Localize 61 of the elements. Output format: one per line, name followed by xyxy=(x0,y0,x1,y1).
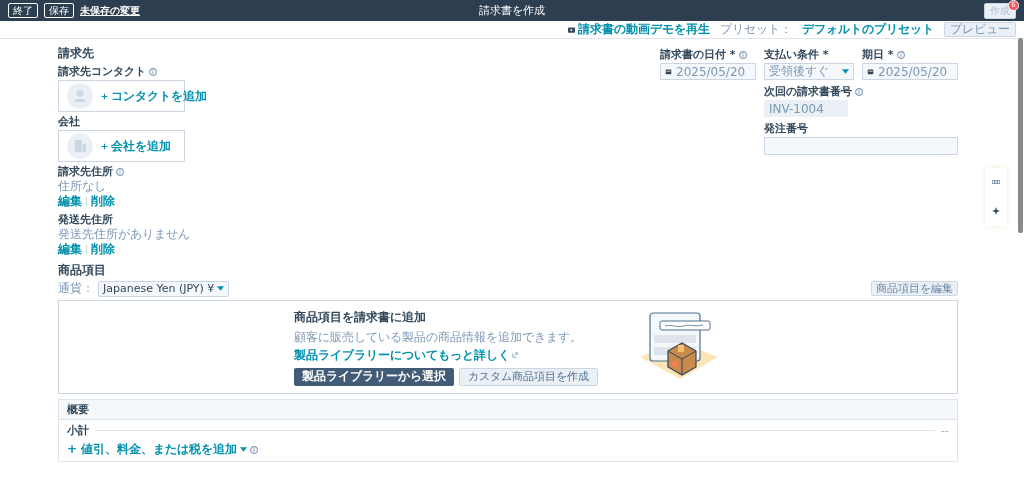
field-label: 請求先住所 xyxy=(58,164,113,179)
delete-link[interactable]: 削除 xyxy=(91,193,115,210)
info-icon xyxy=(896,50,905,59)
field-label: 会社 xyxy=(58,114,80,129)
date-field[interactable]: 2025/05/20 xyxy=(862,63,958,80)
currency-dropdown[interactable]: Japanese Yen (JPY) ¥ xyxy=(98,280,230,297)
field-label: 発送先住所 xyxy=(58,212,113,227)
preset-link[interactable]: デフォルトのプリセット xyxy=(802,21,934,38)
page-title: 請求書を作成 xyxy=(479,4,545,17)
info-icon xyxy=(855,87,863,96)
address-text: 発送先住所がありません xyxy=(58,228,190,241)
plus-icon xyxy=(101,92,108,100)
toolbar-button[interactable]: 保存 xyxy=(44,3,74,18)
empty-state-description: 顧客に販売している製品の商品情報を追加できます。 xyxy=(294,329,583,344)
external-link-icon xyxy=(512,352,518,358)
edit-link[interactable]: 編集 xyxy=(58,193,82,210)
preset-label: プリセット： xyxy=(720,21,792,38)
empty-state-title: 商品項目を請求書に追加 xyxy=(294,308,427,326)
person-avatar-icon xyxy=(67,83,93,109)
summary-title: 概要 xyxy=(67,402,89,417)
subtotal-label: 小計 xyxy=(67,423,89,438)
caret-icon xyxy=(217,286,225,291)
caret-icon xyxy=(240,447,248,452)
info-icon xyxy=(738,50,747,59)
section-title: 請求先 xyxy=(58,45,95,62)
building-avatar-icon xyxy=(67,133,93,159)
input-field[interactable] xyxy=(764,137,958,155)
date-field[interactable]: 2025/05/20 xyxy=(660,63,756,80)
field-label: 請求書の日付 * xyxy=(660,47,736,62)
sparkle-icon[interactable] xyxy=(992,206,1000,215)
info-icon xyxy=(250,445,259,454)
add-company-link[interactable]: 会社を追加 xyxy=(111,137,171,155)
create-custom-item-button[interactable]: カスタム商品項目を作成 xyxy=(459,367,598,386)
field-label: 期日 * xyxy=(862,47,894,62)
unsaved-changes-link[interactable]: 未保存の変更 xyxy=(80,3,140,18)
demo-link[interactable]: 請求書の動画デモを再生 xyxy=(578,21,710,38)
currency-label: 通貨： xyxy=(58,280,94,297)
invoice-number-field: INV-1004 xyxy=(764,100,848,117)
video-icon xyxy=(568,26,575,33)
field-label: 請求先コンタクト xyxy=(58,64,146,79)
add-discount-link[interactable]: + 値引、料金、または税を追加 xyxy=(67,441,238,458)
select-from-library-button[interactable]: 製品ライブラリーから選択 xyxy=(294,367,454,386)
calendar-icon xyxy=(867,68,874,75)
caret-icon xyxy=(842,69,849,74)
subtotal-value: -- xyxy=(941,424,949,437)
edit-link[interactable]: 編集 xyxy=(58,241,82,258)
delete-link[interactable]: 削除 xyxy=(91,241,115,258)
select-field[interactable]: 受領後すぐ xyxy=(764,63,854,80)
field-label: 発注番号 xyxy=(764,121,808,136)
field-label: 次回の請求書番号 xyxy=(764,84,852,99)
info-icon xyxy=(149,67,157,76)
address-text: 住所なし xyxy=(58,180,107,193)
calendar-icon xyxy=(665,68,672,75)
field-label: 支払い条件 * xyxy=(764,47,829,62)
info-icon xyxy=(116,167,124,176)
grid-icon[interactable] xyxy=(992,179,1000,184)
section-title: 商品項目 xyxy=(58,262,107,279)
add-contact-link[interactable]: コンタクトを追加 xyxy=(111,87,207,105)
plus-icon xyxy=(101,142,108,150)
learn-more-link[interactable]: 製品ライブラリーについてもっと詳しく xyxy=(294,346,510,364)
toolbar-button[interactable]: 終了 xyxy=(8,3,38,18)
